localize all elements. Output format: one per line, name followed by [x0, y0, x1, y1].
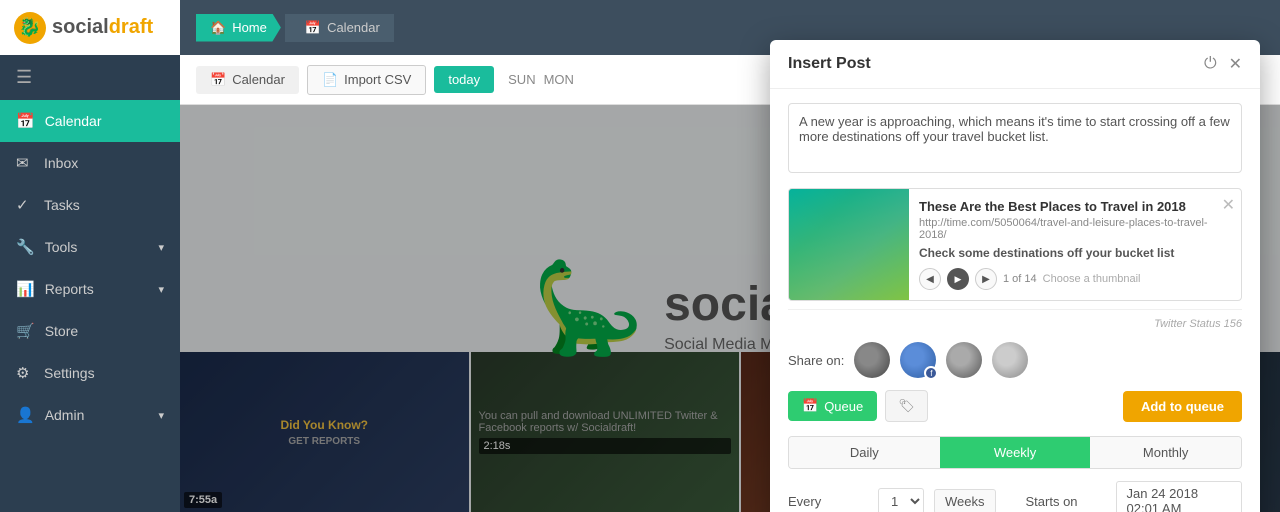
power-button[interactable]: ⏻: [1204, 55, 1217, 73]
preview-close-button[interactable]: ✕: [1222, 195, 1235, 215]
link-preview-image: [789, 189, 909, 300]
nav-counter: 1 of 14: [1003, 273, 1037, 285]
action-left: 📅 Queue 🏷: [788, 390, 928, 422]
modal-title: Insert Post: [788, 55, 871, 73]
facebook-badge: f: [924, 366, 938, 380]
schedule-tabs: Daily Weekly Monthly: [788, 436, 1242, 469]
next-arrow[interactable]: ▶: [975, 268, 997, 290]
every-label: Every: [788, 494, 868, 509]
tab-monthly[interactable]: Monthly: [1090, 437, 1241, 468]
modal-header-actions: ⏻ ✕: [1204, 54, 1242, 74]
every-row: Every 1 2 3 Weeks Starts on Jan 24 2018 …: [788, 481, 1242, 512]
modal-header: Insert Post ⏻ ✕: [770, 40, 1260, 89]
link-preview-body: ✕ These Are the Best Places to Travel in…: [909, 189, 1241, 300]
queue-icon: 📅: [802, 398, 818, 414]
link-preview-title: These Are the Best Places to Travel in 2…: [919, 199, 1231, 214]
every-select[interactable]: 1 2 3: [878, 488, 924, 512]
modal-backdrop: Insert Post ⏻ ✕ A new year is approachin…: [0, 0, 1280, 512]
avatar-twitter[interactable]: [854, 342, 890, 378]
schedule-options: Every 1 2 3 Weeks Starts on Jan 24 2018 …: [788, 481, 1242, 512]
add-to-queue-button[interactable]: Add to queue: [1123, 391, 1242, 422]
tag-button[interactable]: 🏷: [885, 390, 928, 422]
post-text-input[interactable]: A new year is approaching, which means i…: [788, 103, 1242, 173]
link-preview: ✕ These Are the Best Places to Travel in…: [788, 188, 1242, 301]
queue-button[interactable]: 📅 Queue: [788, 391, 877, 421]
close-button[interactable]: ✕: [1229, 54, 1242, 74]
twitter-status: Twitter Status 156: [788, 309, 1242, 330]
play-button[interactable]: ▶: [947, 268, 969, 290]
starts-on-label: Starts on: [1026, 494, 1106, 509]
action-row: 📅 Queue 🏷 Add to queue: [788, 390, 1242, 422]
tab-daily[interactable]: Daily: [789, 437, 940, 468]
avatar-instagram[interactable]: [946, 342, 982, 378]
prev-arrow[interactable]: ◀: [919, 268, 941, 290]
modal-body: A new year is approaching, which means i…: [770, 89, 1260, 512]
link-preview-desc: Check some destinations off your bucket …: [919, 246, 1231, 260]
avatar-linkedin[interactable]: [992, 342, 1028, 378]
choose-thumbnail[interactable]: Choose a thumbnail: [1043, 273, 1141, 285]
avatar-facebook-wrapper: f: [900, 342, 936, 378]
share-label: Share on:: [788, 353, 844, 368]
link-preview-url: http://time.com/5050064/travel-and-leisu…: [919, 217, 1231, 241]
link-preview-nav: ◀ ▶ ▶ 1 of 14 Choose a thumbnail: [919, 268, 1231, 290]
every-unit: Weeks: [934, 489, 996, 512]
tab-weekly[interactable]: Weekly: [940, 437, 1091, 468]
share-section: Share on: f: [788, 342, 1242, 378]
insert-post-modal: Insert Post ⏻ ✕ A new year is approachin…: [770, 40, 1260, 512]
starts-on-value[interactable]: Jan 24 2018 02:01 AM: [1116, 481, 1243, 512]
